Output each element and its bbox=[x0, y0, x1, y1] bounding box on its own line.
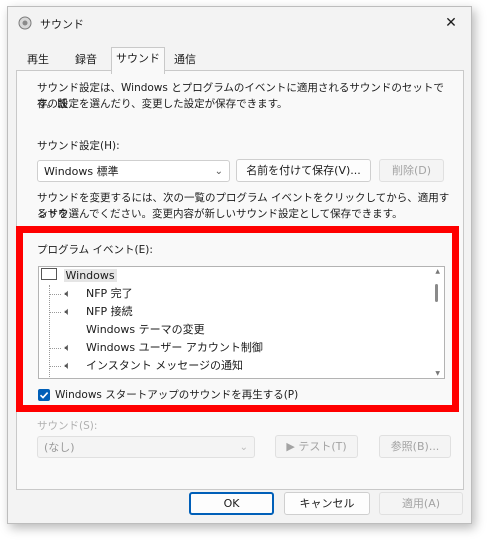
tab-sounds[interactable]: サウンド bbox=[111, 47, 165, 74]
scheme-selected-value: Windows 標準 bbox=[44, 165, 119, 178]
tab-communications[interactable]: 通信 bbox=[165, 49, 205, 71]
speaker-icon bbox=[18, 16, 32, 30]
sounds-selected-value: (なし) bbox=[44, 441, 75, 454]
test-button[interactable]: ▶ テスト(T) bbox=[275, 435, 358, 458]
cancel-button[interactable]: キャンセル bbox=[284, 492, 370, 515]
window-title: サウンド bbox=[40, 18, 84, 31]
browse-button[interactable]: 参照(B)... bbox=[379, 435, 451, 458]
scheme-label: サウンド設定(H): bbox=[37, 140, 120, 152]
instructions-line2: ンドを選んでください。変更内容が新しいサウンド設定として保存できます。 bbox=[37, 208, 403, 220]
highlight-frame bbox=[16, 226, 459, 412]
apply-button[interactable]: 適用(A) bbox=[379, 492, 463, 515]
chevron-down-icon: ⌄ bbox=[214, 166, 223, 177]
save-as-button[interactable]: 名前を付けて保存(V)... bbox=[236, 159, 371, 182]
sounds-dropdown[interactable]: (なし) ⌄ bbox=[37, 436, 255, 458]
chevron-down-icon: ⌄ bbox=[239, 442, 248, 453]
ok-button[interactable]: OK bbox=[189, 492, 274, 515]
intro-text-line2: 存の設定を選んだり、変更した設定が保存できます。 bbox=[37, 98, 288, 110]
delete-button[interactable]: 削除(D) bbox=[379, 159, 444, 182]
tab-playback[interactable]: 再生 bbox=[18, 49, 58, 71]
title-bar: サウンド ✕ bbox=[8, 7, 471, 39]
tab-recording[interactable]: 録音 bbox=[64, 49, 108, 71]
scheme-dropdown[interactable]: Windows 標準 ⌄ bbox=[37, 160, 230, 182]
sounds-label: サウンド(S): bbox=[37, 420, 98, 432]
close-button[interactable]: ✕ bbox=[441, 13, 461, 33]
